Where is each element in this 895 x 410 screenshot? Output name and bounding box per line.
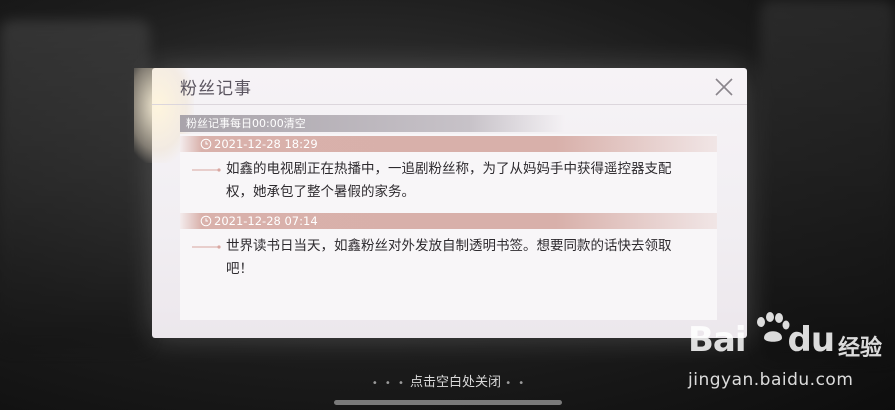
note-timestamp: 2021-12-28 07:14	[214, 214, 318, 228]
arrow-line-icon	[192, 245, 221, 249]
baidu-jingyan-watermark: Bai du 经验 jingyan.baidu.com	[688, 312, 893, 408]
dialog-title: 粉丝记事	[180, 79, 252, 99]
hint-dots-left: • • •	[371, 378, 406, 389]
note-text: 世界读书日当天，如鑫粉丝对外发放自制透明书签。想要同款的话快去领取吧！	[226, 238, 672, 277]
hint-label: 点击空白处关闭	[410, 375, 502, 390]
hint-dots-right: • •	[505, 378, 527, 389]
clock-icon	[200, 215, 212, 227]
note-body: 如鑫的电视剧正在热播中，一追剧粉丝称，为了从妈妈手中获得遥控器支配权，她承包了整…	[180, 152, 717, 204]
note-entry: 2021-12-28 18:29 如鑫的电视剧正在热播中，一追剧粉丝称，为了从妈…	[180, 136, 717, 204]
close-button[interactable]	[711, 74, 737, 100]
note-header: 2021-12-28 07:14	[180, 213, 717, 229]
arrow-line-icon	[192, 168, 221, 172]
background-right-blur	[760, 0, 895, 360]
background-left-blur	[0, 20, 150, 350]
clear-notice: 粉丝记事每日00:00清空	[180, 115, 565, 132]
fan-notes-dialog: 粉丝记事 粉丝记事每日00:00清空 2021-12-28 18:29 如鑫的电…	[134, 68, 747, 338]
watermark-url: jingyan.baidu.com	[688, 370, 854, 390]
home-indicator[interactable]	[334, 400, 562, 405]
note-entry: 2021-12-28 07:14 世界读书日当天，如鑫粉丝对外发放自制透明书签。…	[180, 213, 717, 281]
tap-blank-to-close[interactable]: • • • 点击空白处关闭 • •	[369, 371, 529, 390]
title-divider	[152, 104, 747, 105]
clock-icon	[200, 138, 212, 150]
notes-list[interactable]: 2021-12-28 18:29 如鑫的电视剧正在热播中，一追剧粉丝称，为了从妈…	[180, 134, 717, 320]
watermark-logo: Bai du	[688, 320, 835, 360]
close-icon	[715, 78, 733, 96]
note-text: 如鑫的电视剧正在热播中，一追剧粉丝称，为了从妈妈手中获得遥控器支配权，她承包了整…	[226, 161, 672, 200]
note-body: 世界读书日当天，如鑫粉丝对外发放自制透明书签。想要同款的话快去领取吧！	[180, 229, 717, 281]
note-header: 2021-12-28 18:29	[180, 136, 717, 152]
watermark-brand: 经验	[838, 336, 883, 361]
note-timestamp: 2021-12-28 18:29	[214, 137, 318, 151]
